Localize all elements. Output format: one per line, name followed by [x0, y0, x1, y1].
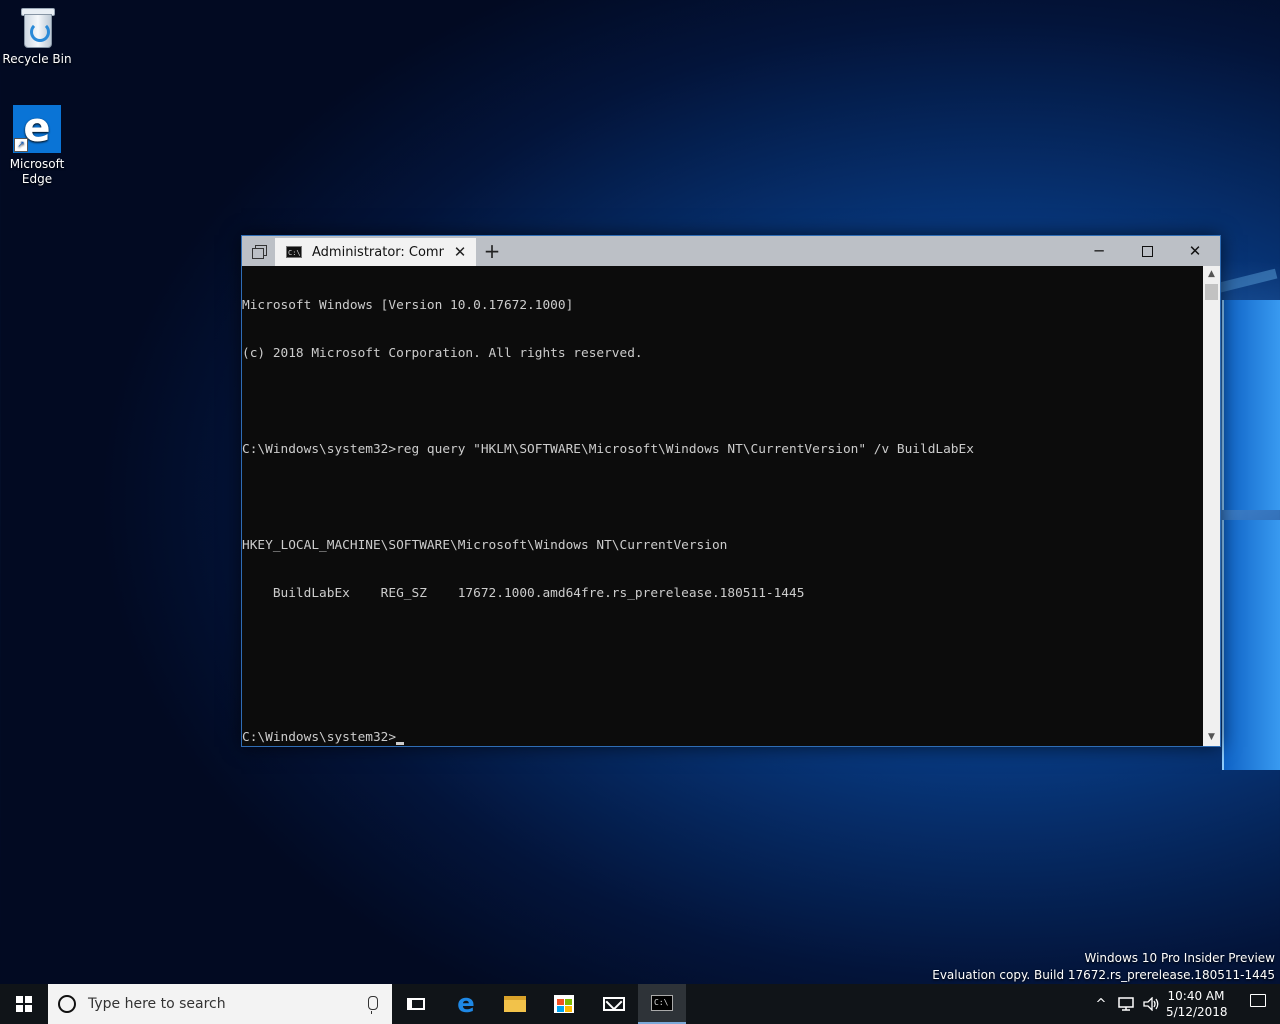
wallpaper-pane	[1222, 300, 1280, 510]
tab-title: Administrator: Comma	[312, 244, 444, 260]
scrollbar-thumb[interactable]	[1205, 284, 1218, 300]
windows-logo-icon	[16, 996, 32, 1012]
search-box[interactable]: Type here to search	[48, 984, 392, 1024]
console-prompt-line[interactable]: C:\Windows\system32>	[242, 730, 1202, 746]
text-cursor	[396, 742, 405, 745]
start-button[interactable]	[0, 984, 48, 1024]
volume-icon[interactable]	[1140, 984, 1164, 1024]
desktop-icon-label: Microsoft Edge	[9, 157, 65, 186]
desktop-icon-label: Recycle Bin	[2, 52, 72, 66]
console-line: C:\Windows\system32>reg query "HKLM\SOFT…	[242, 442, 974, 457]
console-line: (c) 2018 Microsoft Corporation. All righ…	[242, 346, 643, 361]
maximize-icon	[1141, 246, 1153, 257]
maximize-button[interactable]	[1124, 236, 1170, 266]
mail-icon	[603, 997, 625, 1011]
shortcut-arrow-icon: ↗	[14, 138, 28, 152]
task-view-button[interactable]	[392, 984, 440, 1024]
file-explorer-icon	[504, 996, 526, 1012]
show-hidden-icons-button[interactable]: ^	[1090, 984, 1112, 1024]
taskbar-file-explorer-button[interactable]	[491, 984, 539, 1024]
minimize-button[interactable]: ─	[1076, 236, 1122, 266]
title-bar[interactable]: C:\ Administrator: Comma ✕ + ─ ✕	[242, 236, 1220, 266]
build-watermark: Windows 10 Pro Insider Preview Evaluatio…	[932, 950, 1275, 984]
clock[interactable]: 10:40 AM 5/12/2018	[1166, 988, 1228, 1020]
taskbar: Type here to search e C:\ ^ 10:40 AM 5/1…	[0, 984, 1280, 1024]
edge-icon: e	[457, 989, 475, 1019]
wallpaper-pane	[1222, 520, 1280, 770]
cortana-icon	[58, 995, 76, 1013]
desktop-icon-recycle-bin[interactable]: Recycle Bin	[1, 8, 73, 67]
tab-close-button[interactable]: ✕	[452, 243, 468, 261]
taskbar-store-button[interactable]	[540, 984, 588, 1024]
action-center-icon[interactable]	[1250, 994, 1268, 1012]
vertical-scrollbar[interactable]: ▲ ▼	[1203, 266, 1220, 746]
new-tab-button[interactable]: +	[480, 239, 504, 263]
clock-date: 5/12/2018	[1166, 1005, 1228, 1019]
tabs-icon-front	[252, 248, 264, 259]
scroll-down-icon[interactable]: ▼	[1203, 729, 1220, 746]
console-output[interactable]: Microsoft Windows [Version 10.0.17672.10…	[242, 266, 1202, 746]
close-button[interactable]: ✕	[1172, 236, 1218, 266]
clock-time: 10:40 AM	[1167, 989, 1225, 1003]
recycle-bin-icon	[20, 8, 55, 48]
console-line: BuildLabEx REG_SZ 17672.1000.amd64fre.rs…	[242, 586, 805, 601]
taskbar-mail-button[interactable]	[590, 984, 638, 1024]
taskbar-edge-button[interactable]: e	[442, 984, 490, 1024]
command-prompt-icon: C:\	[651, 995, 673, 1011]
edge-icon: e ↗	[13, 105, 61, 153]
taskbar-command-prompt-button[interactable]: C:\	[638, 984, 686, 1024]
task-view-icon	[407, 998, 425, 1010]
search-placeholder: Type here to search	[88, 996, 226, 1012]
network-icon[interactable]	[1114, 984, 1138, 1024]
watermark-build: Evaluation copy. Build 17672.rs_prerelea…	[932, 968, 1275, 982]
command-prompt-window: C:\ Administrator: Comma ✕ + ─ ✕ Microso…	[241, 235, 1221, 747]
tab-switcher-button[interactable]	[246, 240, 272, 262]
console-line: HKEY_LOCAL_MACHINE\SOFTWARE\Microsoft\Wi…	[242, 538, 728, 553]
store-icon	[554, 995, 574, 1013]
microphone-icon[interactable]	[368, 996, 378, 1014]
console-line: Microsoft Windows [Version 10.0.17672.10…	[242, 298, 574, 313]
watermark-edition: Windows 10 Pro Insider Preview	[1084, 951, 1275, 965]
scroll-up-icon[interactable]: ▲	[1203, 266, 1220, 283]
tab-administrator-command-prompt[interactable]: C:\ Administrator: Comma ✕	[275, 238, 476, 266]
console-prompt: C:\Windows\system32>	[242, 730, 397, 745]
desktop-icon-microsoft-edge[interactable]: e ↗ Microsoft Edge	[1, 105, 73, 187]
command-prompt-icon: C:\	[286, 246, 302, 258]
